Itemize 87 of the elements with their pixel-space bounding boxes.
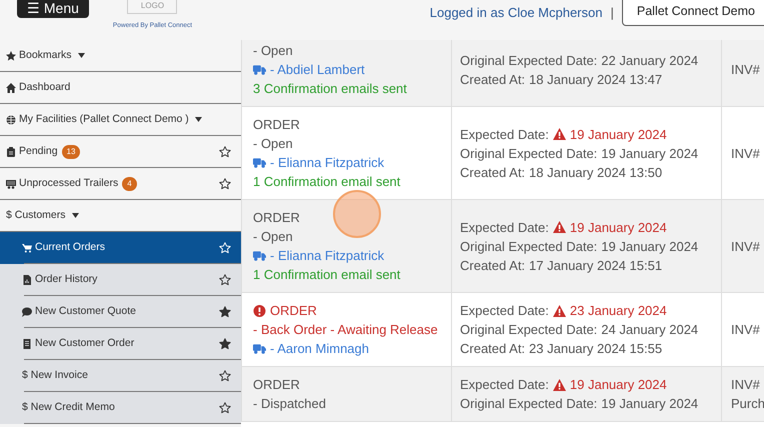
sidebar-item[interactable]: Order History [0,264,241,296]
order-status: - Open [253,135,294,153]
order-type: ORDER [253,209,301,227]
sidebar-item[interactable]: Current Orders [0,232,241,264]
sidebar-item[interactable]: Dashboard [0,72,241,104]
date-value: 24 January 2024 [601,321,698,339]
date-value: 19 January 2024 [552,375,667,394]
menu-button[interactable]: ☰ Menu [17,0,89,18]
clipboard-icon [6,146,16,156]
email-status: 1 Confirmation email sent [253,266,402,284]
star-icon [6,50,16,60]
warning-icon [552,304,566,316]
reference-text: INV# [731,144,761,162]
date-label: Created At: [460,70,526,88]
cursor-highlight [333,190,381,238]
date-value: 23 January 2024 15:55 [529,340,662,358]
globe-icon [6,114,16,124]
order-status: - Dispatched [253,395,327,413]
date-label: Created At: [460,256,526,274]
reference-text: INV# [731,238,761,256]
driver-link[interactable]: - Aaron Mimnagh [253,339,447,358]
order-status: - Open [253,42,294,60]
file-icon [22,275,32,285]
date-label: Original Expected Date: [460,52,598,70]
truck-icon [253,250,266,262]
order-type: ORDER [253,376,301,394]
driver-link[interactable]: - Elianna Fitzpatrick [253,246,447,265]
order-status: - Open [253,228,294,246]
sidebar-item[interactable]: Unprocessed Trailers 4 [0,168,241,200]
order-status: - Back Order - Awaiting Release [253,321,439,339]
comment-icon [22,307,32,317]
email-status: 3 Confirmation emails sent [253,80,408,98]
logo: LOGO [127,0,178,14]
reference-text: INV# [731,376,761,394]
truck-icon [253,64,266,76]
date-value: 19 January 2024 [601,395,698,413]
date-label: Original Expected Date: [460,238,598,256]
sidebar-item[interactable]: Pending 13 [0,136,241,168]
company-button[interactable]: Pallet Connect Demo [622,0,764,26]
date-value: 19 January 2024 [552,218,667,236]
date-value: 18 January 2024 13:50 [529,164,662,182]
date-value: 23 January 2024 [552,301,667,320]
caret-icon [194,117,202,122]
trailer-icon [6,178,16,188]
sidebar-item[interactable]: $ New Invoice [0,360,241,392]
date-value: 18 January 2024 13:47 [529,70,662,88]
date-label: Created At: [460,340,526,358]
warning-icon [552,378,566,390]
warning-icon [552,128,566,140]
date-label: Expected Date: [460,218,549,236]
date-value: 22 January 2024 [601,52,698,70]
count-badge: 4 [122,176,137,190]
driver-link[interactable]: - Elianna Fitzpatrick [253,153,447,172]
separator: | [610,4,614,22]
caret-icon [72,213,79,218]
order-type: ORDER [253,116,301,134]
sidebar-item[interactable]: Bookmarks [0,40,241,72]
date-value: 19 January 2024 [601,238,698,256]
truck-icon [253,156,266,168]
reference-text: INV# [731,321,761,339]
truck-icon [253,342,266,354]
receipt-icon [22,339,32,349]
warning-icon [552,221,566,233]
date-value: 19 January 2024 [601,144,698,162]
driver-link[interactable]: - Abdiel Lambert [253,60,447,79]
cart-icon [22,243,32,253]
date-value: 17 January 2024 15:51 [529,256,662,274]
sidebar-item[interactable]: New Customer Order [0,328,241,360]
caret-icon [78,53,85,58]
sidebar-item[interactable]: My Facilities (Pallet Connect Demo ) [0,104,241,136]
reference-text: INV# [731,61,761,79]
reference-text: Purch [731,395,764,413]
order-type: ORDER [253,301,447,320]
date-value: 19 January 2024 [552,124,667,144]
sidebar-item[interactable]: New Customer Quote [0,296,241,328]
date-label: Original Expected Date: [460,321,598,339]
date-label: Original Expected Date: [460,395,598,413]
sidebar-item[interactable]: $ New Credit Memo [0,392,241,424]
date-label: Expected Date: [460,126,549,144]
date-label: Expected Date: [460,376,549,394]
date-label: Created At: [460,164,526,182]
date-label: Original Expected Date: [460,144,598,162]
date-label: Expected Date: [460,302,549,320]
logged-in-link[interactable]: Logged in as Cloe Mcpherson [430,3,602,23]
home-icon [6,82,16,92]
count-badge: 13 [62,144,80,158]
email-status: 1 Confirmation email sent [253,173,402,191]
